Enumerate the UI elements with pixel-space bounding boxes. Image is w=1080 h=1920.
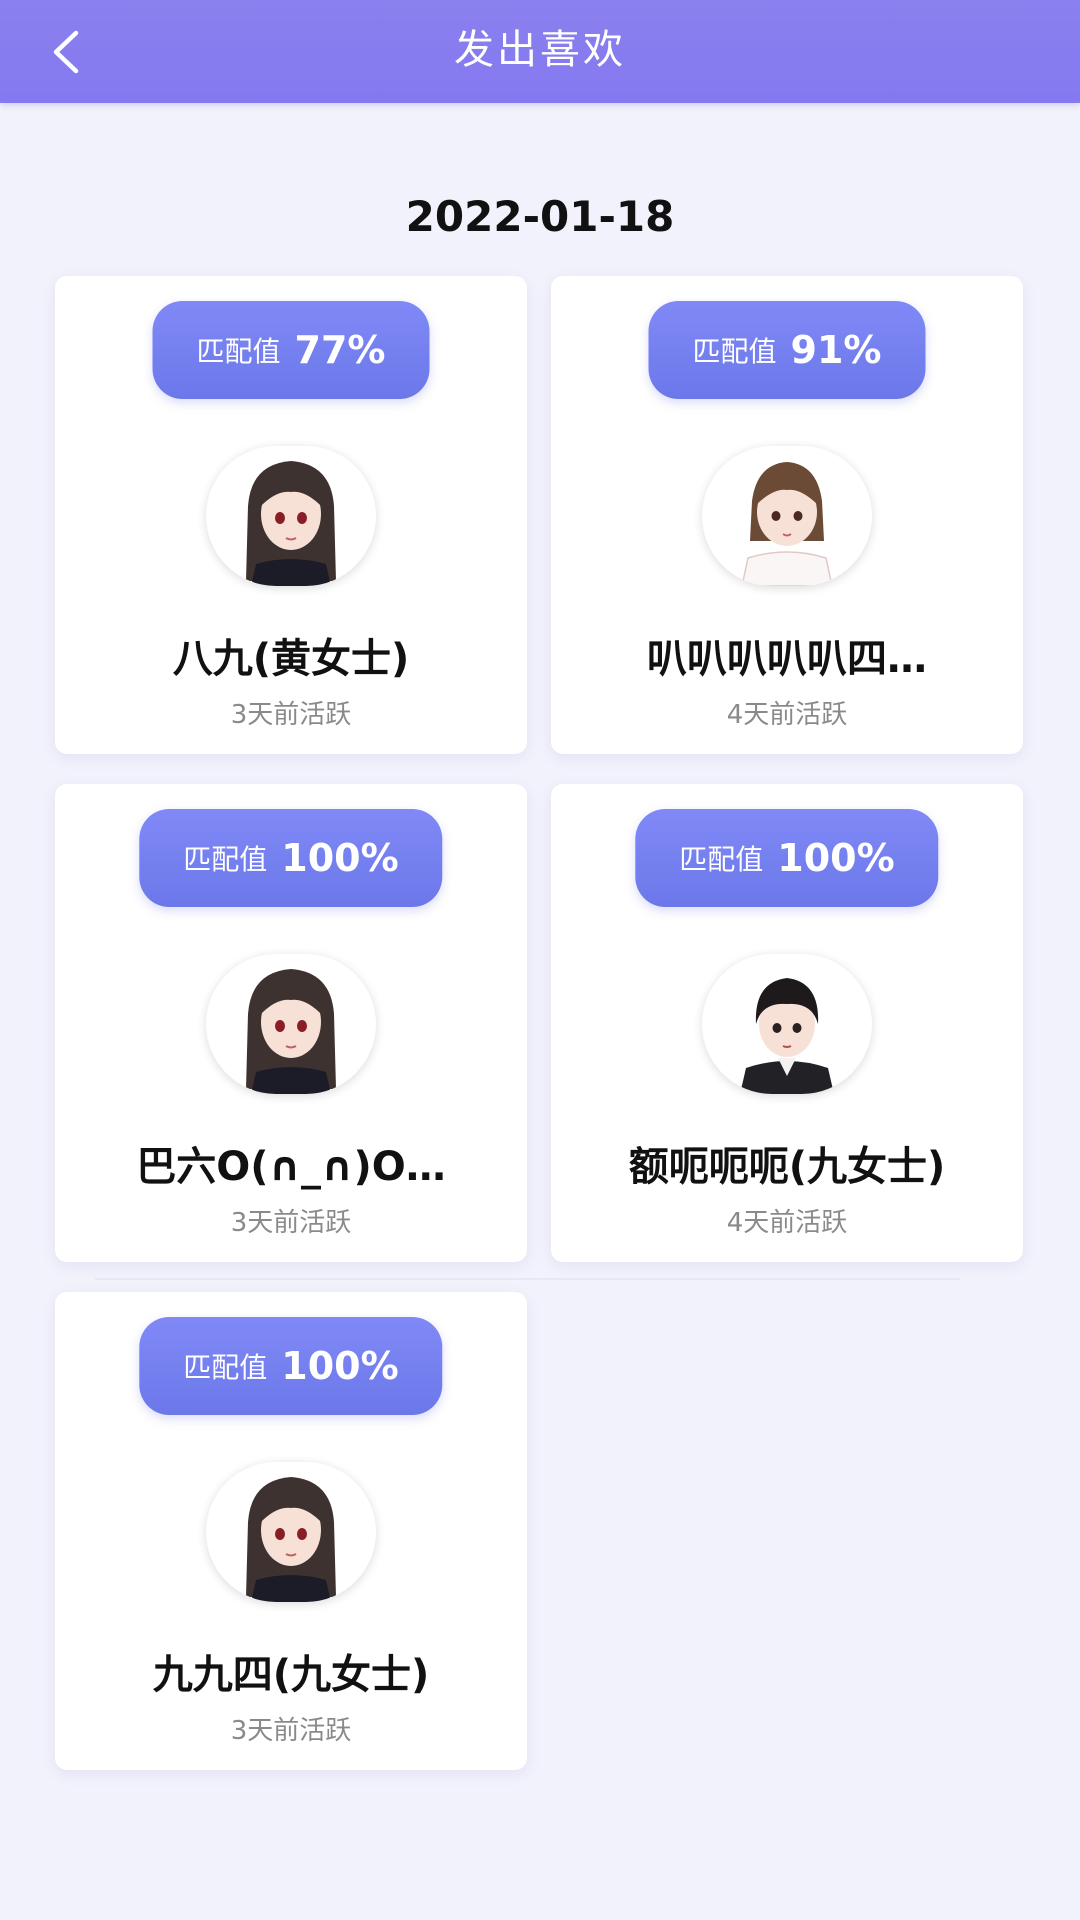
- girl-long-hair-avatar[interactable]: [206, 954, 376, 1094]
- active-status: 3天前活跃: [230, 1716, 352, 1746]
- active-status: 3天前活跃: [230, 1208, 352, 1238]
- user-card[interactable]: 匹配值 100% 巴六O(∩_∩)O… 3天前活跃: [55, 784, 527, 1262]
- user-card[interactable]: 匹配值 91% 叭叭叭叭叭四… 4天前活跃: [551, 276, 1023, 754]
- boy-avatar[interactable]: [702, 954, 872, 1094]
- match-badge: 匹配值 100%: [139, 1317, 443, 1415]
- active-status: 4天前活跃: [726, 1208, 848, 1238]
- match-badge: 匹配值 100%: [139, 809, 443, 907]
- match-value: 100%: [281, 1344, 399, 1388]
- page-title: 发出喜欢: [454, 27, 626, 73]
- match-value: 77%: [294, 328, 386, 372]
- user-card[interactable]: 匹配值 77% 八九(黄女士) 3天前活跃: [55, 276, 527, 754]
- match-label: 匹配值: [196, 335, 281, 368]
- girl-long-hair-avatar[interactable]: [206, 446, 376, 586]
- active-status: 4天前活跃: [726, 700, 848, 730]
- date-heading: 2022-01-18: [405, 192, 675, 241]
- user-name: 巴六O(∩_∩)O…: [136, 1144, 446, 1190]
- match-label: 匹配值: [183, 843, 268, 876]
- user-name: 额呃呃呃(九女士): [628, 1144, 946, 1190]
- user-card[interactable]: 匹配值 100% 九九四(九女士) 3天前活跃: [55, 1292, 527, 1770]
- user-name: 九九四(九女士): [152, 1652, 430, 1698]
- user-card[interactable]: 匹配值 100% 额呃呃呃(九女士) 4天前活跃: [551, 784, 1023, 1262]
- user-name: 八九(黄女士): [172, 636, 410, 682]
- match-value: 100%: [281, 836, 399, 880]
- match-label: 匹配值: [692, 335, 777, 368]
- girl-long-hair-avatar[interactable]: [206, 1462, 376, 1602]
- match-value: 100%: [777, 836, 895, 880]
- match-badge: 匹配值 91%: [648, 301, 926, 399]
- match-label: 匹配值: [679, 843, 764, 876]
- active-status: 3天前活跃: [230, 700, 352, 730]
- match-value: 91%: [790, 328, 882, 372]
- header-bar: 发出喜欢: [0, 0, 1080, 103]
- match-badge: 匹配值 77%: [152, 301, 430, 399]
- girl-short-hair-avatar[interactable]: [702, 446, 872, 586]
- user-name: 叭叭叭叭叭四…: [647, 636, 927, 682]
- divider: [95, 1278, 960, 1280]
- match-badge: 匹配值 100%: [635, 809, 939, 907]
- match-label: 匹配值: [183, 1351, 268, 1384]
